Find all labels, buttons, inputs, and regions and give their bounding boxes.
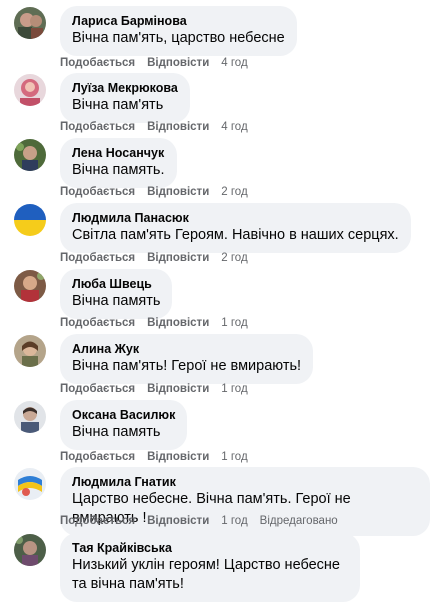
avatar[interactable]	[14, 7, 46, 39]
like-button[interactable]: Подобається	[60, 121, 135, 133]
comment-bubble: Лариса Бармінова Вічна пам'ять, царство …	[60, 6, 297, 56]
comment-author[interactable]: Алина Жук	[72, 341, 301, 357]
edited-label: Відредаговано	[259, 515, 338, 527]
avatar[interactable]	[14, 139, 46, 171]
comment-author[interactable]: Оксана Василюк	[72, 407, 175, 423]
comment-text: Вічна пам'ять! Герої не вмирають!	[72, 358, 302, 374]
comment-actions: Подобається Відповісти 1 год	[60, 316, 260, 330]
comment-timestamp[interactable]: 1 год	[221, 515, 247, 527]
reply-button[interactable]: Відповісти	[147, 186, 209, 198]
comment-text: Вічна пам'ять	[72, 97, 164, 113]
comment-bubble: Алина Жук Вічна пам'ять! Герої не вмираю…	[60, 334, 314, 384]
comment-text: Вічна пам'ять, царство небесне	[72, 30, 285, 46]
avatar[interactable]	[14, 74, 46, 106]
comment-bubble: Людмила Панасюк Світла пам'ять Героям. Н…	[60, 203, 411, 253]
comment-author[interactable]: Тая Крайківська	[72, 540, 348, 556]
reply-button[interactable]: Відповісти	[147, 451, 209, 463]
comment-timestamp[interactable]: 2 год	[221, 252, 247, 264]
comment-author[interactable]: Людмила Панасюк	[72, 210, 399, 226]
like-button[interactable]: Подобається	[60, 186, 135, 198]
comment-author[interactable]: Люба Швець	[72, 276, 160, 292]
avatar[interactable]	[14, 534, 46, 566]
comment-timestamp[interactable]: 4 год	[221, 121, 247, 133]
comment-actions: Подобається Відповісти 2 год	[60, 185, 260, 199]
comment-timestamp[interactable]: 2 год	[221, 186, 247, 198]
comment-author[interactable]: Луїза Мекрюкова	[72, 80, 178, 96]
comment-timestamp[interactable]: 1 год	[221, 317, 247, 329]
comment-actions: Подобається Відповісти 1 год Відредаговано	[60, 514, 338, 528]
like-button[interactable]: Подобається	[60, 383, 135, 395]
like-button[interactable]: Подобається	[60, 57, 135, 69]
comment-actions: Подобається Відповісти 1 год	[60, 382, 260, 396]
reply-button[interactable]: Відповісти	[147, 57, 209, 69]
avatar[interactable]	[14, 204, 46, 236]
comment-timestamp[interactable]: 4 год	[221, 57, 247, 69]
like-button[interactable]: Подобається	[60, 252, 135, 264]
reply-button[interactable]: Відповісти	[147, 121, 209, 133]
reply-button[interactable]: Відповісти	[147, 252, 209, 264]
comment-timestamp[interactable]: 1 год	[221, 451, 247, 463]
comment-bubble: Люба Швець Вічна память	[60, 269, 173, 319]
comment-text: Низький уклін героям! Царство небесне та…	[72, 557, 340, 592]
comment-author[interactable]: Лариса Бармінова	[72, 13, 285, 29]
comment-timestamp[interactable]: 1 год	[221, 383, 247, 395]
reply-button[interactable]: Відповісти	[147, 317, 209, 329]
comment-text: Вічна память.	[72, 162, 165, 178]
comment-author[interactable]: Людмила Гнатик	[72, 474, 418, 490]
comment-bubble: Лена Носанчук Вічна память.	[60, 138, 177, 188]
comment-bubble: Луїза Мекрюкова Вічна пам'ять	[60, 73, 190, 123]
like-button[interactable]: Подобається	[60, 515, 135, 527]
reply-button[interactable]: Відповісти	[147, 383, 209, 395]
comment-actions: Подобається Відповісти 2 год	[60, 251, 260, 265]
comment-text: Вічна память	[72, 424, 161, 440]
avatar[interactable]	[14, 468, 46, 500]
comment-actions: Подобається Відповісти 4 год	[60, 120, 260, 134]
comment-bubble: Тая Крайківська Низький уклін героям! Ца…	[60, 533, 360, 602]
avatar[interactable]	[14, 335, 46, 367]
comment-bubble: Оксана Василюк Вічна память	[60, 400, 188, 450]
like-button[interactable]: Подобається	[60, 451, 135, 463]
avatar[interactable]	[14, 401, 46, 433]
comment-text: Світла пам'ять Героям. Навічно в наших с…	[72, 227, 399, 243]
comment-text: Вічна память	[72, 293, 161, 309]
avatar[interactable]	[14, 270, 46, 302]
comment-actions: Подобається Відповісти 4 год	[60, 56, 260, 70]
comment-actions: Подобається Відповісти 1 год	[60, 450, 260, 464]
like-button[interactable]: Подобається	[60, 317, 135, 329]
reply-button[interactable]: Відповісти	[147, 515, 209, 527]
comment-author[interactable]: Лена Носанчук	[72, 145, 165, 161]
